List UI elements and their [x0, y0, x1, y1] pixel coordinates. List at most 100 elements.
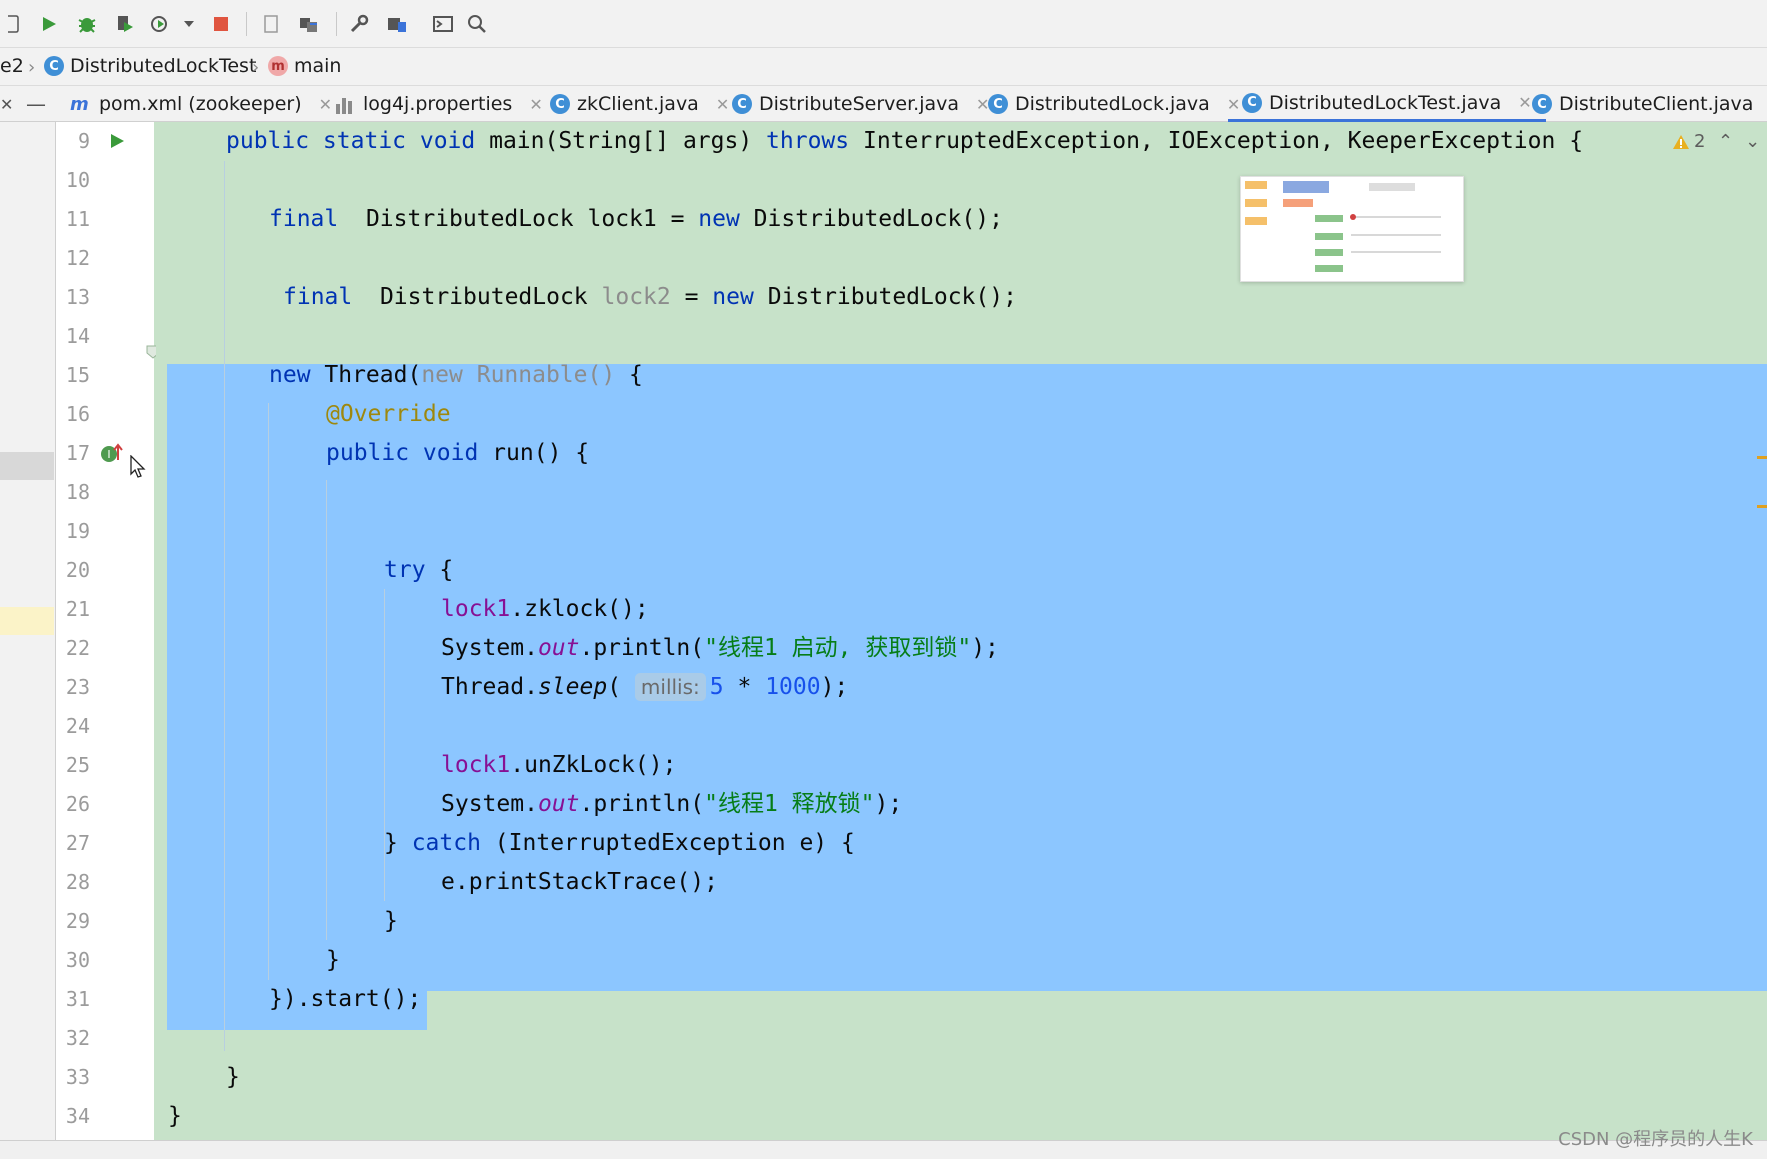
breadcrumb-class-label: DistributedLockTest [70, 55, 257, 77]
tab-distributedlocktest-java[interactable]: C DistributedLockTest.java ✕ [1228, 86, 1546, 122]
tab-label: log4j.properties [363, 93, 513, 115]
close-icon[interactable]: ✕ [319, 95, 332, 114]
tab-distributeserver-java[interactable]: C DistributeServer.java ✕ [732, 86, 989, 122]
code-text: .unZkLock(); [510, 752, 677, 778]
tab-menu-icon[interactable]: ✕ [0, 86, 20, 122]
code-line-33: } [226, 1058, 240, 1097]
chevron-up-icon[interactable]: ⌃ [1718, 131, 1745, 152]
run-gutter-icon[interactable] [108, 132, 126, 154]
code-line-15: new Thread(new Runnable() { [269, 356, 643, 395]
tab-log4j-properties[interactable]: log4j.properties ✕ [336, 86, 543, 122]
chevron-right-icon: › [252, 57, 260, 78]
code-text: } [168, 1103, 182, 1129]
static-method: sleep [537, 674, 608, 700]
coverage-icon[interactable] [112, 12, 138, 36]
code-text: ( [607, 674, 622, 700]
line-number: 20 [65, 558, 90, 582]
scrollbar-marker[interactable] [1757, 505, 1767, 508]
search-icon[interactable] [464, 12, 490, 36]
chevron-down-icon[interactable]: ⌄ [1745, 131, 1767, 152]
close-icon[interactable]: ✕ [716, 95, 729, 114]
run-icon[interactable] [36, 12, 62, 36]
code-line-17: public void run() { [326, 434, 589, 473]
line-number: 12 [65, 246, 90, 270]
left-tool-strip [0, 122, 56, 1140]
code-line-23: Thread.sleep( millis: 5 * 1000); [441, 668, 848, 707]
chevron-right-icon: › [28, 57, 36, 78]
stop-icon[interactable] [208, 12, 234, 36]
collapse-tabs-icon[interactable]: — [26, 86, 46, 122]
code-text: Thread( [310, 362, 422, 388]
line-number: 33 [65, 1065, 90, 1089]
highlight-line-marker [0, 607, 54, 635]
line-number: 30 [65, 948, 90, 972]
line-number: 19 [65, 519, 90, 543]
keyword: new [269, 362, 311, 388]
main-toolbar [0, 0, 1767, 48]
terminal-icon[interactable] [430, 12, 456, 36]
code-text: } [384, 908, 398, 934]
indent-guide [224, 161, 225, 1051]
properties-icon [336, 94, 356, 114]
settings-wrench-icon[interactable] [346, 12, 372, 36]
tab-zkclient-java[interactable]: C zkClient.java ✕ [550, 86, 729, 122]
breadcrumb-project[interactable]: e2 [0, 55, 24, 77]
tab-pom-xml[interactable]: m pom.xml (zookeeper) ✕ [70, 86, 332, 122]
keyword: catch [411, 830, 481, 856]
tab-label: zkClient.java [577, 93, 699, 115]
annotation: @Override [326, 401, 451, 427]
editor-gutter[interactable]: 9 10 11 12 13 14 15 16 17 18 19 20 21 22… [56, 122, 212, 1140]
close-icon[interactable]: ✕ [529, 95, 542, 114]
keyword: public static void [226, 128, 476, 154]
inspection-warnings[interactable]: 2 [1672, 131, 1705, 152]
tab-distributeclient-java[interactable]: C DistributeClient.java ✕ [1532, 86, 1767, 122]
breadcrumb-project-label: e2 [0, 55, 24, 77]
watermark: CSDN @程序员的人生K [1558, 1129, 1753, 1150]
code-line-29: } [384, 902, 398, 941]
code-text: (InterruptedException e) { [480, 830, 855, 856]
line-number: 9 [77, 129, 90, 153]
code-text: .println( [579, 791, 705, 817]
code-text: { [615, 362, 643, 388]
close-icon[interactable]: ✕ [1518, 93, 1531, 112]
line-number: 34 [65, 1104, 90, 1128]
run-config-dropdown-icon[interactable] [176, 12, 202, 36]
line-number: 10 [65, 168, 90, 192]
static-field: out [537, 791, 580, 817]
code-text: }).start(); [269, 986, 422, 1012]
implements-gutter-icon[interactable]: I [100, 442, 124, 468]
line-number: 11 [65, 207, 90, 231]
project-structure-icon[interactable] [384, 12, 410, 36]
toolbar-separator [246, 12, 247, 36]
sdk-icon[interactable] [296, 12, 322, 36]
debug-icon[interactable] [74, 12, 100, 36]
code-line-31: }).start(); [269, 980, 421, 1019]
code-text: } [326, 947, 340, 973]
inspection-navigation[interactable]: ⌃⌄ [1718, 131, 1767, 152]
code-line-30: } [326, 941, 340, 980]
code-line-11: final DistributedLock lock1 = new Distri… [269, 200, 1003, 239]
code-line-25: lock1.unZkLock(); [441, 746, 676, 785]
code-editor[interactable]: public static void main(String[] args) t… [156, 122, 1767, 1140]
breadcrumb-class[interactable]: C DistributedLockTest [44, 55, 256, 77]
keyword: final [269, 206, 339, 232]
warning-icon [1673, 134, 1689, 149]
string-literal: "线程1 释放锁" [704, 791, 875, 817]
tab-distributedlock-java[interactable]: C DistributedLock.java ✕ [988, 86, 1240, 122]
dropdown-chevron-icon[interactable] [0, 12, 26, 36]
scrollbar-marker[interactable] [1757, 456, 1767, 459]
line-number: 16 [65, 402, 90, 426]
profile-icon[interactable] [148, 12, 174, 36]
line-number: 23 [65, 675, 90, 699]
code-text: * [723, 674, 766, 700]
tab-label: pom.xml (zookeeper) [99, 93, 302, 115]
line-number: 29 [65, 909, 90, 933]
keyword: new [698, 206, 740, 232]
line-number: 25 [65, 753, 90, 777]
code-text: } [226, 1064, 240, 1090]
build-artifact-icon[interactable] [258, 12, 284, 36]
code-line-28: e.printStackTrace(); [441, 863, 718, 902]
code-text: System. [441, 635, 538, 661]
breadcrumb-method[interactable]: m main [268, 55, 341, 77]
line-number: 31 [65, 987, 90, 1011]
